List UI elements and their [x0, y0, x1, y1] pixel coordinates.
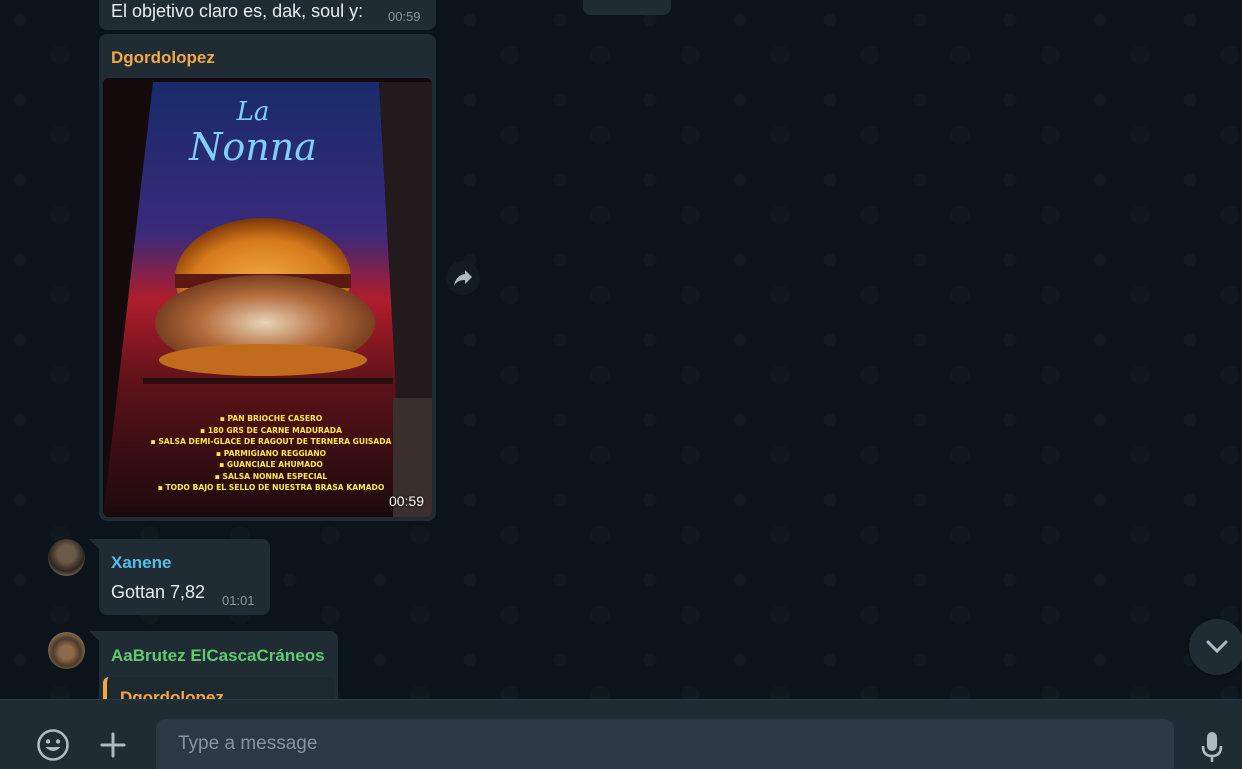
message-composer [0, 699, 1242, 769]
message-bubble[interactable]: AaBrutez ElCascaCráneos Dgordolopez [99, 631, 338, 699]
quoted-message[interactable]: Dgordolopez [103, 677, 334, 699]
emoji-button[interactable] [33, 725, 73, 765]
attach-button[interactable] [93, 725, 133, 765]
message-time: 00:59 [388, 9, 421, 24]
scroll-to-bottom-button[interactable] [1189, 619, 1242, 675]
message-text: El objetivo claro es, dak, soul y: [111, 1, 364, 21]
bubble-tail [89, 631, 99, 641]
menu-line: ▪ TODO BAJO EL SELLO DE NUESTRA BRASA KA… [158, 483, 385, 492]
menu-line: ▪ SALSA NONNA ESPECIAL [215, 472, 328, 481]
image-message-bubble[interactable]: Dgordolopez La Nonna ▪ PAN BRIOCHE CASER… [99, 34, 436, 521]
chat-area: El objetivo claro es, dak, soul y: 00:59… [0, 0, 1242, 699]
message-bubble[interactable]: Xanene Gottan 7,82 01:01 [99, 539, 270, 615]
quoted-sender-name: Dgordolopez [120, 688, 224, 699]
poster-title-nonna: Nonna [188, 125, 317, 169]
plus-icon [100, 732, 126, 758]
message-text: Gottan 7,82 [111, 582, 206, 602]
chevron-down-icon [1206, 640, 1228, 654]
voice-message-button[interactable] [1192, 725, 1232, 769]
menu-line: ▪ GUANCIALE AHUMADO [219, 460, 323, 469]
avatar[interactable] [48, 632, 85, 669]
forward-icon [454, 270, 472, 286]
message-bubble-partial [583, 0, 671, 15]
smiley-icon [37, 729, 69, 761]
message-time: 01:01 [222, 593, 255, 608]
sender-name[interactable]: Xanene [111, 553, 171, 573]
image-time: 00:59 [388, 493, 424, 509]
bubble-tail [89, 539, 99, 549]
sender-name[interactable]: AaBrutez ElCascaCráneos [111, 646, 325, 666]
menu-line: ▪ PAN BRIOCHE CASERO [220, 414, 323, 423]
sender-name[interactable]: Dgordolopez [111, 48, 215, 68]
forward-button[interactable] [446, 261, 480, 295]
microphone-icon [1201, 732, 1223, 762]
message-bubble[interactable]: El objetivo claro es, dak, soul y: 00:59 [99, 0, 436, 30]
message-image[interactable]: La Nonna ▪ PAN BRIOCHE CASERO ▪ 180 GRS … [103, 78, 432, 517]
burger-poster-image: La Nonna ▪ PAN BRIOCHE CASERO ▪ 180 GRS … [103, 78, 432, 517]
poster-title-la: La [236, 97, 270, 127]
menu-line: ▪ 180 GRS DE CARNE MADURADA [200, 426, 342, 435]
message-input[interactable] [156, 719, 1174, 769]
avatar[interactable] [48, 539, 85, 576]
menu-line: ▪ SALSA DEMI-GLACE DE RAGOUT DE TERNERA … [151, 437, 392, 446]
menu-line: ▪ PARMIGIANO REGGIANO [216, 449, 327, 458]
